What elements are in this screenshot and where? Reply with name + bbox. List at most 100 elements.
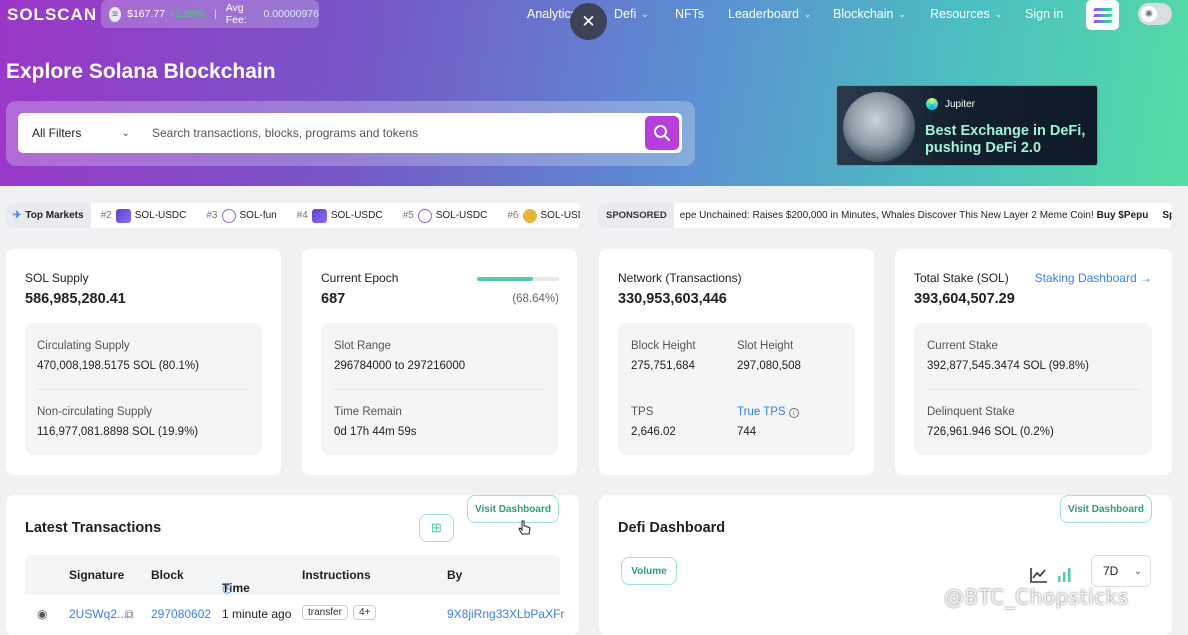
time-range-select[interactable]: 7D ⌄ (1091, 555, 1151, 587)
nav-leaderboard[interactable]: Leaderboard ⌄ (728, 6, 811, 22)
staking-dashboard-text: Staking Dashboard (1034, 271, 1137, 285)
noncirculating-value: 116,977,081.8898 SOL (19.9%) (37, 426, 199, 438)
epoch-details: Slot Range 296784000 to 297216000 Time R… (321, 323, 558, 455)
tx-block[interactable]: 297080602 (151, 607, 211, 621)
watermark: @BTC_Chopsticks (944, 585, 1129, 609)
market-item[interactable]: #3 SOL-fun (206, 208, 277, 223)
true-tps-text: True TPS (737, 406, 786, 418)
circulating-value: 470,008,198.5175 SOL (80.1%) (37, 360, 199, 372)
market-name: SOL-USDC (330, 210, 383, 221)
hand-cursor-icon (518, 520, 531, 535)
grid-view-button[interactable]: ⊞ (419, 514, 454, 542)
banner-tagline: Best Exchange in DeFi, pushing DeFi 2.0 (925, 123, 1085, 157)
eye-icon[interactable]: ◉ (37, 607, 47, 621)
market-item[interactable]: #6 SOL-USD (507, 208, 580, 223)
epoch-progress-bar (477, 277, 559, 281)
tx-instruction-more[interactable]: 4+ (353, 605, 377, 620)
market-token-icon (221, 208, 236, 223)
visit-dashboard-button[interactable]: Visit Dashboard (1060, 495, 1152, 523)
sol-price: $167.77 (127, 8, 166, 20)
sponsored-cta[interactable]: Buy $Pepu (1097, 210, 1149, 221)
market-item[interactable]: #2 SOL-USDC (100, 208, 187, 223)
sponsored-next: Spor (1162, 210, 1172, 221)
pin-icon: ✈ (13, 210, 22, 221)
jupiter-ad-banner[interactable]: Jupiter Best Exchange in DeFi, pushing D… (836, 85, 1098, 166)
market-name: SOL-fun (239, 210, 277, 221)
current-epoch-card: Current Epoch 687 (68.64%) Slot Range 29… (302, 249, 577, 475)
search-button[interactable] (645, 116, 679, 150)
market-item[interactable]: #5 SOL-USDC (402, 208, 487, 223)
card-label: Total Stake (SOL) (914, 271, 1009, 285)
nav-defi-label: Defi (614, 7, 637, 21)
nav-leaderboard-label: Leaderboard (728, 7, 799, 21)
market-rank: #6 (507, 210, 519, 221)
jupiter-brand-label: Jupiter (945, 98, 976, 110)
table-row: ◉ 2USWq2... ⧉ 297080602 1 minute ago tra… (25, 599, 564, 623)
nav-defi[interactable]: Defi ⌄ (614, 6, 649, 22)
top-markets-ticker: ✈ Top Markets #2 SOL-USDC #3 SOL-fun #4 SOL-… (6, 203, 580, 228)
tx-by[interactable]: 9X8jiRng33XLbPaXFr (447, 607, 564, 621)
market-rank: #2 (100, 210, 112, 221)
top-markets-label: ✈ Top Markets (6, 203, 91, 228)
nav-resources[interactable]: Resources ⌄ (930, 6, 1002, 22)
nav-nfts[interactable]: NFTs (675, 6, 704, 22)
divider (926, 389, 1140, 390)
divider: | (213, 8, 217, 20)
sol-price-pill: ≡ $167.77 +2.58% | Avg Fee: 0.00000976 (101, 0, 319, 28)
staking-dashboard-link[interactable]: Staking Dashboard → (1035, 271, 1152, 285)
card-label: SOL Supply (25, 271, 89, 285)
delinquent-stake-value: 726,961.946 SOL (0.2%) (927, 426, 1054, 438)
sun-icon: ✺ (1141, 6, 1157, 22)
card-value: 393,604,507.29 (914, 291, 1015, 307)
market-rank: #5 (402, 210, 414, 221)
line-chart-icon[interactable] (1030, 567, 1048, 586)
astronaut-cat-image (843, 92, 915, 162)
tx-signature[interactable]: 2USWq2... (69, 607, 127, 621)
true-tps-value: 744 (737, 426, 757, 438)
tps-value: 2,646.02 (631, 426, 676, 438)
jupiter-brand: Jupiter (926, 98, 975, 110)
block-height-value[interactable]: 275,751,684 (631, 360, 695, 372)
network-transactions-card: Network (Transactions) 330,953,603,446 B… (599, 249, 874, 475)
nav-blockchain[interactable]: Blockchain ⌄ (833, 6, 906, 22)
volume-tab[interactable]: Volume (621, 557, 677, 585)
col-block: Block (151, 568, 184, 582)
tps-label[interactable]: TPS (631, 406, 653, 418)
filter-label: All Filters (32, 126, 82, 140)
nav-nfts-label: NFTs (675, 7, 705, 21)
market-item[interactable]: #4 SOL-USDC (297, 208, 383, 223)
visit-dashboard-button[interactable]: Visit Dashboard (467, 495, 559, 523)
transactions-table-header: Signature Block Time ◷ Instructions By (25, 555, 560, 595)
nav-signin[interactable]: Sign in (1025, 6, 1063, 22)
theme-toggle[interactable]: ✺ (1138, 3, 1172, 25)
market-token-icon (115, 208, 131, 223)
divider (37, 389, 250, 390)
latest-transactions-panel: Latest Transactions ⊞ Visit Dashboard Si… (6, 495, 579, 635)
slot-height-value[interactable]: 297,080,508 (737, 360, 801, 372)
sponsored-ticker[interactable]: SPONSORED epe Unchained: Raises $200,000… (599, 203, 1172, 228)
market-token-icon (522, 208, 537, 223)
tx-time: 1 minute ago (222, 607, 292, 621)
line-chart-svg (1030, 568, 1047, 583)
total-stake-card: Total Stake (SOL) 393,604,507.29 Staking… (895, 249, 1172, 475)
banner-line-2: pushing DeFi 2.0 (925, 140, 1042, 156)
delinquent-stake-label: Delinquent Stake (927, 406, 1015, 418)
slot-range-value: 296784000 to 297216000 (334, 360, 466, 372)
true-tps-label[interactable]: True TPS i (737, 406, 799, 418)
market-name: SOL-USDC (134, 210, 187, 221)
search-icon (654, 125, 670, 141)
bar-chart-icon[interactable] (1056, 567, 1072, 586)
clock-icon[interactable]: ◷ (222, 581, 232, 595)
card-value: 330,953,603,446 (618, 291, 727, 307)
chevron-down-icon: ⌄ (1133, 565, 1142, 577)
solana-network-button[interactable] (1086, 0, 1119, 30)
info-icon[interactable]: i (788, 408, 799, 418)
slot-range-label: Slot Range (334, 340, 391, 352)
solscan-logo[interactable]: SOLSCAN (7, 5, 97, 25)
nav-signin-label: Sign in (1025, 7, 1064, 21)
divider (333, 389, 546, 390)
sponsored-message: epe Unchained: Raises $200,000 in Minute… (679, 210, 1094, 221)
search-input[interactable] (138, 113, 645, 153)
close-icon[interactable]: ✕ (570, 3, 607, 40)
filter-dropdown[interactable]: All Filters ⌄ (18, 113, 138, 153)
